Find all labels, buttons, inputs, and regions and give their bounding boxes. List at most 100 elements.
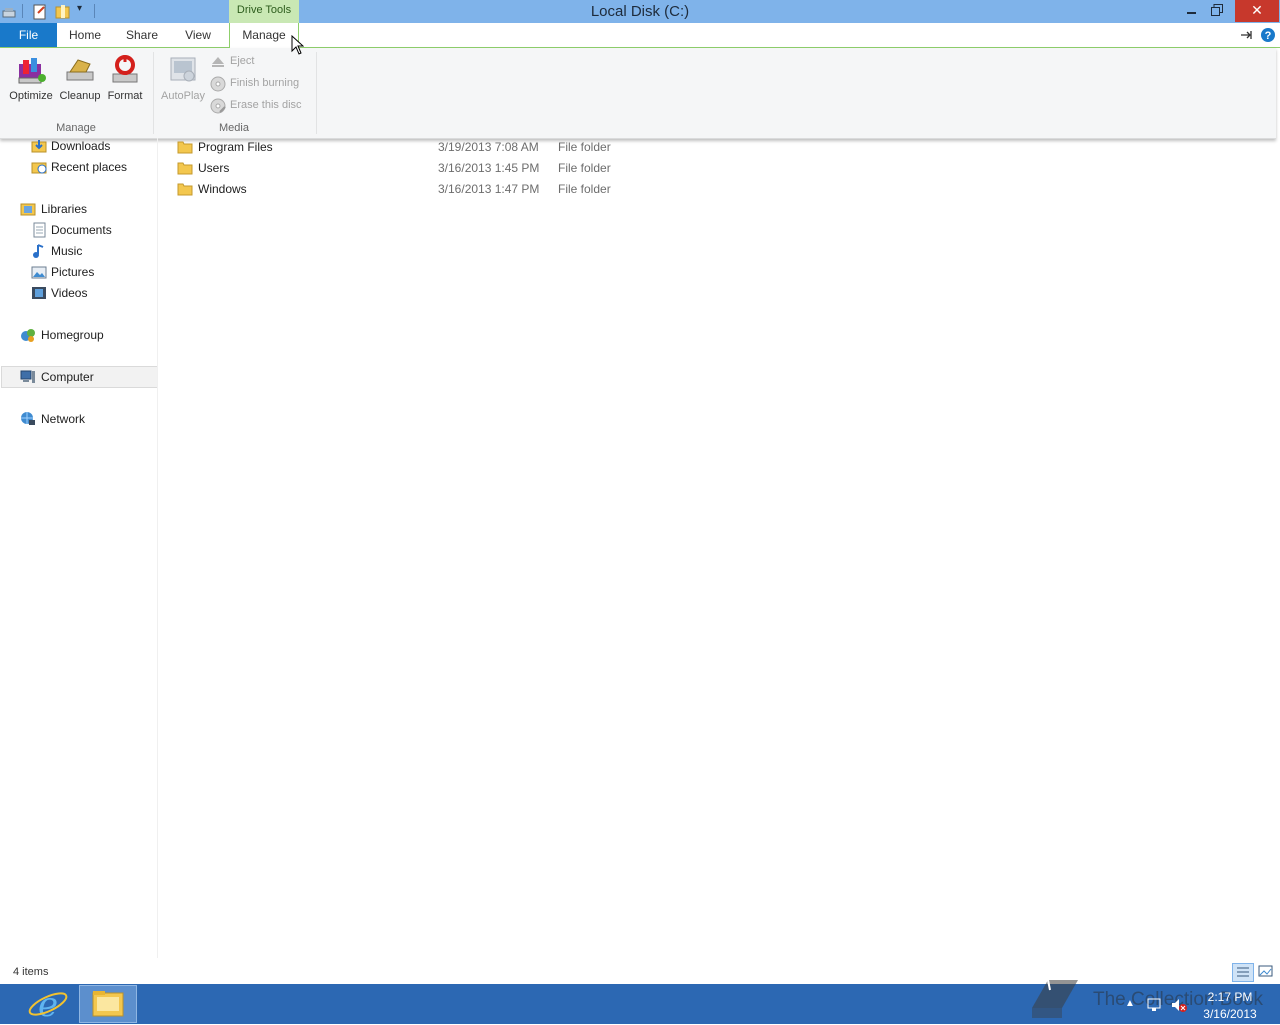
show-hidden-icons-icon[interactable]: ▲: [1125, 998, 1135, 1009]
nav-item-videos[interactable]: Videos: [0, 283, 157, 303]
file-type: File folder: [558, 161, 611, 175]
computer-icon: [20, 370, 35, 383]
new-folder-icon[interactable]: [55, 4, 71, 20]
nav-item-label: Libraries: [41, 202, 88, 216]
large-icons-view-icon: [1258, 965, 1273, 977]
qat-separator: [22, 4, 23, 18]
details-view-button[interactable]: [1232, 963, 1254, 982]
finish-burning-icon: [210, 76, 226, 92]
folder-icon: [177, 141, 193, 154]
tab-share[interactable]: Share: [117, 23, 167, 47]
erase-disc-button[interactable]: Erase this disc: [210, 96, 310, 116]
nav-item-label: Music: [51, 244, 83, 258]
format-button[interactable]: Format: [104, 52, 146, 112]
pictures-icon: [31, 266, 47, 279]
nav-item-label: Downloads: [51, 139, 111, 153]
minimize-icon: [1186, 12, 1196, 14]
nav-item-libraries[interactable]: Libraries: [0, 199, 157, 219]
details-view-icon: [1237, 967, 1249, 977]
recent-places-icon: [31, 162, 47, 174]
nav-pane-divider[interactable]: [157, 138, 158, 958]
nav-item-recent-places[interactable]: Recent places: [0, 157, 157, 177]
optimize-button[interactable]: Optimize: [7, 52, 55, 112]
file-date: 3/16/2013 1:47 PM: [438, 182, 540, 196]
status-item-count: 4 items: [13, 966, 49, 978]
clock-time[interactable]: 2:17 PM: [1200, 990, 1260, 1004]
clock-date[interactable]: 3/16/2013: [1200, 1007, 1260, 1021]
nav-item-label: Computer: [41, 370, 94, 384]
nav-item-downloads[interactable]: Downloads: [0, 136, 157, 156]
internet-explorer-icon: e: [28, 985, 68, 1025]
tab-file[interactable]: File: [0, 23, 57, 47]
nav-item-pictures[interactable]: Pictures: [0, 262, 157, 282]
nav-item-documents[interactable]: Documents: [0, 220, 157, 240]
music-icon: [33, 244, 44, 258]
nav-item-label: Network: [41, 412, 86, 426]
nav-item-label: Documents: [51, 223, 112, 237]
file-name: Program Files: [198, 140, 273, 154]
folder-icon: [177, 183, 193, 196]
nav-item-network[interactable]: Network: [0, 409, 157, 429]
format-icon: [112, 55, 138, 83]
eject-button[interactable]: Eject: [210, 52, 310, 72]
help-icon[interactable]: ?: [1260, 27, 1276, 43]
folder-icon: [177, 162, 193, 175]
tab-home[interactable]: Home: [60, 23, 110, 47]
network-icon: [21, 412, 35, 425]
taskbar-file-explorer[interactable]: [79, 985, 137, 1023]
restore-button[interactable]: [1204, 0, 1230, 22]
book-watermark-icon: [1032, 979, 1078, 1018]
svg-text:e: e: [38, 986, 58, 1022]
format-label: Format: [107, 90, 143, 102]
cleanup-label: Cleanup: [59, 90, 101, 102]
network-tray-icon[interactable]: [1146, 997, 1164, 1013]
file-type: File folder: [558, 140, 611, 154]
volume-muted-icon[interactable]: [1170, 997, 1188, 1013]
drive-icon[interactable]: [2, 5, 16, 19]
file-row[interactable]: Program Files 3/19/2013 7:08 AM File fol…: [177, 137, 627, 158]
erase-disc-label: Erase this disc: [230, 99, 302, 111]
eject-icon: [212, 57, 224, 67]
eject-label: Eject: [230, 55, 255, 67]
downloads-icon: [31, 140, 47, 153]
minimize-button[interactable]: [1178, 0, 1204, 22]
nav-item-music[interactable]: Music: [0, 241, 157, 261]
libraries-icon: [20, 203, 36, 216]
tab-manage[interactable]: Manage: [229, 23, 299, 48]
documents-icon: [33, 222, 46, 238]
nav-item-label: Recent places: [51, 160, 128, 174]
file-row[interactable]: Users 3/16/2013 1:45 PM File folder: [177, 158, 627, 179]
minimize-ribbon-icon[interactable]: [1239, 28, 1255, 42]
properties-icon[interactable]: [33, 4, 47, 20]
svg-text:?: ?: [1265, 30, 1272, 42]
autoplay-button[interactable]: AutoPlay: [157, 52, 209, 112]
mouse-cursor-icon: [291, 35, 304, 55]
finish-burning-label: Finish burning: [230, 77, 300, 89]
large-icons-view-button[interactable]: [1256, 963, 1276, 982]
file-date: 3/19/2013 7:08 AM: [438, 140, 539, 154]
taskbar: [0, 984, 1280, 1024]
qat-separator: [94, 4, 95, 18]
finish-burning-button[interactable]: Finish burning: [210, 74, 310, 94]
tab-view[interactable]: View: [174, 23, 222, 47]
file-row[interactable]: Windows 3/16/2013 1:47 PM File folder: [177, 179, 627, 200]
file-explorer-icon: [92, 991, 124, 1017]
autoplay-icon: [170, 57, 196, 82]
file-name: Windows: [198, 182, 247, 196]
taskbar-internet-explorer[interactable]: e: [20, 985, 76, 1025]
videos-icon: [32, 287, 46, 299]
title-bar[interactable]: [0, 0, 1280, 23]
nav-item-label: Videos: [51, 286, 88, 300]
autoplay-label: AutoPlay: [160, 90, 206, 102]
close-button[interactable]: ✕: [1235, 0, 1279, 22]
nav-item-label: Pictures: [51, 265, 95, 279]
nav-item-homegroup[interactable]: Homegroup: [0, 325, 157, 345]
customize-qat-icon[interactable]: ▾: [77, 3, 82, 14]
file-type: File folder: [558, 182, 611, 196]
quick-access-toolbar: ▾: [0, 2, 100, 22]
nav-item-computer[interactable]: Computer: [0, 367, 157, 387]
homegroup-icon: [21, 329, 35, 342]
cleanup-button[interactable]: Cleanup: [57, 52, 103, 112]
drive-tools-context-label: Drive Tools: [229, 0, 299, 23]
media-group-label: Media: [219, 122, 249, 134]
